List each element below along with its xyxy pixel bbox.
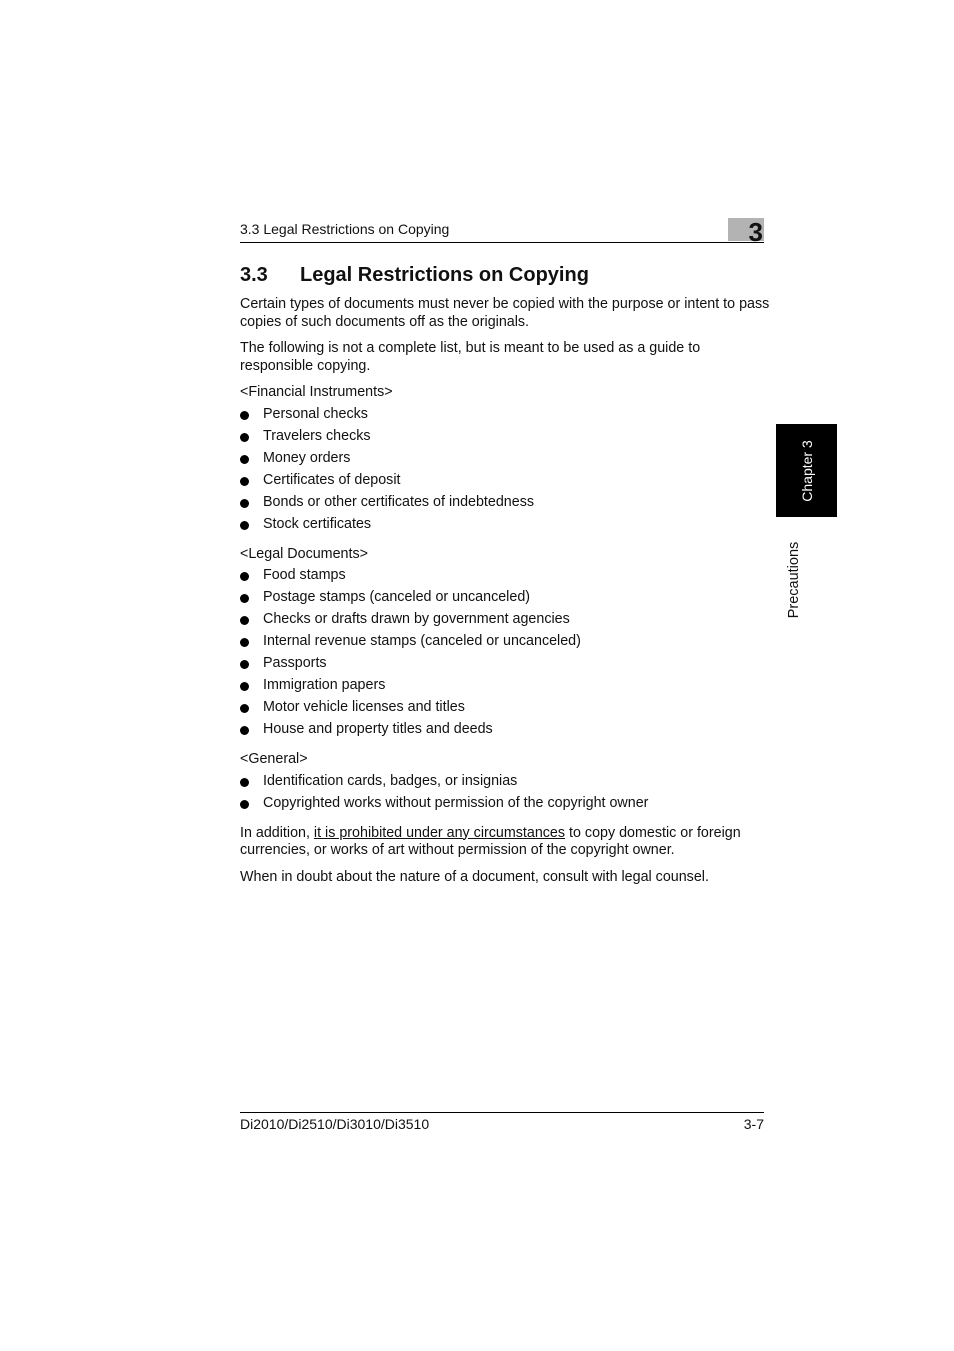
addition-emphasis: it is prohibited under any circumstances [313, 824, 566, 841]
bullet-icon [240, 594, 249, 603]
bullet-icon [240, 572, 249, 581]
list-item-text: Money orders [263, 449, 351, 466]
running-header: 3.3 Legal Restrictions on Copying 3 [240, 217, 764, 247]
footer-model: Di2010/Di2510/Di3010/Di3510 [240, 1116, 430, 1132]
bullet-icon [240, 660, 249, 669]
bullet-icon [240, 498, 249, 508]
section-side-label: Precautions [776, 530, 811, 630]
general-list: Identification cards, badges, or insigni… [240, 773, 770, 817]
bullet-icon [240, 777, 249, 787]
bullet-icon [240, 616, 249, 625]
list-item: Identification cards, badges, or insigni… [240, 773, 770, 795]
bullet-icon [240, 476, 249, 486]
group-label-general: <General> [240, 751, 308, 767]
list-item: Motor vehicle licenses and titles [240, 699, 770, 721]
section-side-label-text: Precautions [785, 541, 802, 619]
list-item-text: Identification cards, badges, or insigni… [263, 772, 518, 789]
list-item-text: Motor vehicle licenses and titles [263, 699, 465, 715]
section-number: 3.3 [240, 264, 268, 286]
chapter-number: 3 [748, 217, 763, 247]
list-item-text: Checks or drafts drawn by government age… [263, 611, 570, 627]
list-item: Copyrighted works without permission of … [240, 795, 770, 817]
list-item-text: Stock certificates [263, 515, 372, 532]
list-item: Immigration papers [240, 677, 770, 699]
financial-list: Personal checks Travelers checks Money o… [240, 406, 770, 538]
group-label-financial: <Financial Instruments> [240, 384, 393, 400]
list-item-text: Travelers checks [263, 427, 371, 444]
list-item-text: Bonds or other certificates of indebtedn… [263, 493, 535, 510]
bullet-icon [240, 682, 249, 691]
list-item-text: Certificates of deposit [263, 471, 401, 488]
list-item: Internal revenue stamps (canceled or unc… [240, 633, 770, 655]
section-title: Legal Restrictions on Copying [300, 264, 589, 286]
list-item: House and property titles and deeds [240, 721, 770, 743]
list-item: Travelers checks [240, 428, 770, 450]
list-item-text: Food stamps [263, 567, 346, 583]
bullet-icon [240, 520, 249, 530]
list-item: Postage stamps (canceled or uncanceled) [240, 589, 770, 611]
list-item-text: House and property titles and deeds [263, 721, 493, 737]
list-item: Money orders [240, 450, 770, 472]
closing-paragraph: When in doubt about the nature of a docu… [240, 868, 709, 885]
list-item: Stock certificates [240, 516, 770, 538]
list-item-text: Personal checks [263, 405, 368, 422]
list-item: Personal checks [240, 406, 770, 428]
addition-paragraph: In addition, it is prohibited under any … [240, 825, 770, 860]
list-item: Food stamps [240, 567, 770, 589]
chapter-side-tab-label: Chapter 3 [798, 439, 815, 502]
page-footer: Di2010/Di2510/Di3010/Di3510 3-7 [240, 1112, 764, 1132]
bullet-icon [240, 432, 249, 442]
footer-page-number: 3-7 [743, 1116, 764, 1132]
running-title: 3.3 Legal Restrictions on Copying [240, 221, 450, 237]
list-item-text: Internal revenue stamps (canceled or unc… [263, 633, 581, 649]
bullet-icon [240, 410, 249, 420]
chapter-side-tab: Chapter 3 [776, 424, 837, 517]
list-item: Certificates of deposit [240, 472, 770, 494]
bullet-icon [240, 799, 249, 809]
list-item-text: Postage stamps (canceled or uncanceled) [263, 589, 531, 605]
list-item: Passports [240, 655, 770, 677]
intro-paragraph: The following is not a complete list, bu… [240, 340, 701, 374]
page-content: Certain types of documents must never be… [240, 296, 770, 895]
legal-documents-list: Food stamps Postage stamps (canceled or … [240, 567, 770, 743]
list-item-text: Copyrighted works without permission of … [263, 794, 649, 811]
addition-prefix: In addition, [240, 824, 314, 841]
section-heading: 3.3 Legal Restrictions on Copying [240, 264, 589, 287]
list-item: Bonds or other certificates of indebtedn… [240, 494, 770, 516]
list-item-text: Passports [263, 655, 327, 671]
bullet-icon [240, 454, 249, 464]
list-item-text: Immigration papers [263, 677, 386, 693]
group-label-legal: <Legal Documents> [240, 545, 368, 562]
bullet-icon [240, 704, 249, 713]
intro-paragraph: Certain types of documents must never be… [240, 296, 770, 330]
bullet-icon [240, 726, 249, 735]
list-item: Checks or drafts drawn by government age… [240, 611, 770, 633]
bullet-icon [240, 638, 249, 647]
